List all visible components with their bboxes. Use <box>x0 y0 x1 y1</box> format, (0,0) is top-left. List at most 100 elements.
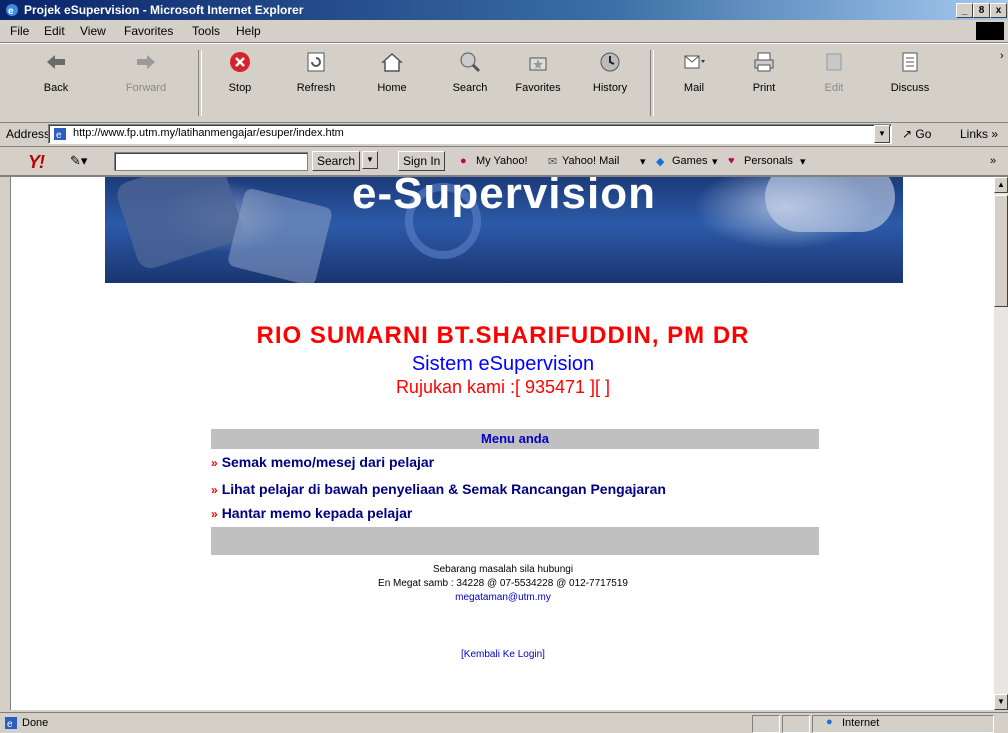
contact-line: Sebarang masalah sila hubungi <box>432 564 574 575</box>
status-panel <box>782 715 810 733</box>
forward-button[interactable]: Forward <box>116 48 176 118</box>
bullet-icon: » <box>211 507 218 521</box>
menu-favorites[interactable]: Favorites <box>124 24 173 38</box>
go-button[interactable]: ↗ Go <box>902 127 931 141</box>
go-arrow-icon: ↗ <box>902 127 913 141</box>
yahoo-search-input[interactable] <box>114 152 308 171</box>
menu-footer-bar <box>211 527 819 555</box>
home-button[interactable]: Home <box>362 48 422 118</box>
scroll-thumb[interactable] <box>994 195 1008 307</box>
menu-link-label: Hantar memo kepada pelajar <box>221 505 413 521</box>
contact-phone: En Megat samb : 34228 @ 07-5534228 @ 012… <box>378 578 628 589</box>
page-icon: e <box>54 128 66 141</box>
chevron-right-icon[interactable]: » <box>990 155 996 167</box>
zone-panel <box>812 715 994 733</box>
links-label: Links <box>960 127 989 141</box>
discuss-icon <box>902 52 918 72</box>
favorites-icon <box>529 57 547 71</box>
pencil-icon[interactable]: ✎▾ <box>70 153 87 169</box>
menu-view[interactable]: View <box>80 24 106 38</box>
refresh-button[interactable]: Refresh <box>286 48 346 118</box>
menu-link-send-memo[interactable]: » Hantar memo kepada pelajar <box>211 505 831 521</box>
banner-title: e-Supervision <box>352 177 656 218</box>
stop-icon <box>230 52 250 72</box>
contact-email-link[interactable]: megataman@utm.my <box>11 591 995 605</box>
favorites-button[interactable]: Favorites <box>508 48 568 118</box>
go-label: Go <box>915 127 932 141</box>
menu-help[interactable]: Help <box>236 24 261 38</box>
person-name: RIO SUMARNI BT.SHARIFUDDIN, PM DR <box>256 322 750 349</box>
edit-button[interactable]: Edit <box>804 48 864 118</box>
print-label: Print <box>752 82 776 94</box>
scroll-down-icon[interactable]: ▼ <box>994 694 1008 710</box>
status-bar: e Done ● Internet <box>0 712 1008 733</box>
vertical-scrollbar[interactable]: ▲ ▼ <box>994 177 1008 710</box>
links-button[interactable]: Links » <box>960 127 998 141</box>
toolbar-chevron-icon[interactable]: › <box>1000 50 1004 62</box>
scroll-up-icon[interactable]: ▲ <box>994 177 1008 193</box>
minimize-button[interactable]: _ <box>956 3 973 18</box>
page-done-icon: e <box>5 717 17 730</box>
history-icon <box>600 52 620 72</box>
back-arrow-icon <box>47 55 65 69</box>
menu-bar: File Edit View Favorites Tools Help <box>0 20 1008 43</box>
yahoo-mail-link[interactable]: Yahoo! Mail <box>562 155 619 167</box>
menu-edit[interactable]: Edit <box>44 24 65 38</box>
forward-arrow-icon <box>137 55 155 69</box>
status-panel <box>752 715 780 733</box>
reference-number: Rujukan kami :[ 935471 ][ ] <box>395 377 611 397</box>
mail-button[interactable]: Mail <box>664 48 724 118</box>
search-globe-icon <box>460 52 481 73</box>
stop-label: Stop <box>228 82 252 94</box>
menu-file[interactable]: File <box>10 24 29 38</box>
address-input[interactable]: e http://www.fp.utm.my/latihanmengajar/e… <box>48 124 892 144</box>
back-to-login-link[interactable]: [Kembali Ke Login] <box>11 649 995 660</box>
page-content: e-Supervision RIO SUMARNI BT.SHARIFUDDIN… <box>10 177 995 710</box>
print-button[interactable]: Print <box>734 48 794 118</box>
system-name: Sistem eSupervision <box>411 353 595 375</box>
maximize-button[interactable]: 8 <box>973 3 990 18</box>
close-button[interactable]: x <box>990 3 1007 18</box>
svg-text:e: e <box>56 130 62 141</box>
stop-button[interactable]: Stop <box>210 48 270 118</box>
ie-logo-icon: e <box>6 4 18 17</box>
menu-link-view-students[interactable]: » Lihat pelajar di bawah penyeliaan & Sem… <box>211 481 831 497</box>
search-label: Search <box>452 82 488 94</box>
mail-icon <box>684 55 705 69</box>
back-label: Back <box>43 82 69 94</box>
games-link[interactable]: Games <box>672 155 707 167</box>
personals-link[interactable]: Personals <box>744 155 793 167</box>
discuss-button[interactable]: Discuss <box>880 48 940 118</box>
menu-tools[interactable]: Tools <box>192 24 220 38</box>
address-bar: Address e http://www.fp.utm.my/latihanme… <box>0 122 1008 147</box>
my-yahoo-link[interactable]: My Yahoo! <box>476 155 528 167</box>
svg-text:e: e <box>7 719 13 730</box>
yahoo-logo[interactable]: Y! <box>28 152 45 173</box>
history-button[interactable]: History <box>580 48 640 118</box>
edit-icon <box>826 53 842 71</box>
personals-icon: ♥ <box>728 155 735 167</box>
back-button[interactable]: Back <box>26 48 86 118</box>
dropdown-arrow-icon[interactable]: ▾ <box>800 155 806 168</box>
dropdown-arrow-icon[interactable]: ▾ <box>640 155 646 168</box>
search-dropdown-icon[interactable]: ▼ <box>362 151 378 169</box>
zone-text: Internet <box>842 717 880 729</box>
search-button[interactable]: Search <box>440 48 500 118</box>
mail-label: Mail <box>683 82 705 94</box>
yahoo-search-button[interactable]: Search <box>312 151 361 171</box>
sign-in-button[interactable]: Sign In <box>398 151 446 171</box>
address-dropdown-icon[interactable]: ▼ <box>874 125 890 143</box>
home-label: Home <box>377 82 407 94</box>
contact-info: Sebarang masalah sila hubungi En Megat s… <box>11 563 995 605</box>
menu-link-check-memo[interactable]: » Semak memo/mesej dari pelajar <box>211 454 831 470</box>
forward-label: Forward <box>125 82 167 94</box>
edit-label: Edit <box>824 82 844 94</box>
svg-text:e: e <box>8 6 14 17</box>
globe-icon: ● <box>826 716 833 728</box>
standard-toolbar: Back Forward Stop Refresh Home Search Fa… <box>0 43 1008 123</box>
dropdown-arrow-icon[interactable]: ▾ <box>712 155 718 168</box>
my-yahoo-icon: ● <box>460 155 467 167</box>
refresh-label: Refresh <box>296 82 336 94</box>
menu-link-label: Lihat pelajar di bawah penyeliaan & Sema… <box>221 481 666 497</box>
banner-image: e-Supervision <box>105 177 903 283</box>
